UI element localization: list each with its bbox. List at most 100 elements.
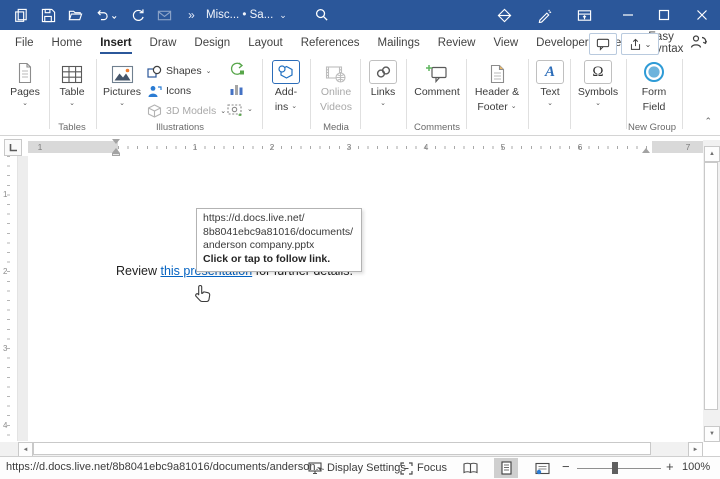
tab-file[interactable]: File [6, 30, 43, 56]
read-mode-button[interactable] [458, 458, 482, 478]
print-layout-icon [501, 461, 512, 475]
focus-label: Focus [417, 462, 447, 474]
form-field-button[interactable]: Form Field [630, 58, 678, 124]
ruler-right-margin [652, 141, 704, 153]
vertical-ruler[interactable]: 1 2 3 4 [0, 156, 18, 441]
print-layout-button[interactable] [494, 458, 518, 478]
hanging-indent-marker[interactable] [112, 148, 120, 156]
people-icon [690, 34, 708, 50]
add-ins-button[interactable]: Add- ins⌄ [266, 58, 306, 124]
scroll-down-button[interactable]: ▼ [704, 426, 720, 442]
chart-button[interactable] [229, 80, 244, 98]
tab-developer[interactable]: Developer [527, 30, 597, 56]
word-window: » Misc... • Sa... ⌄ [0, 0, 720, 479]
zoom-out-button[interactable]: − [562, 459, 570, 474]
tooltip-cta: Click or tap to follow link. [203, 253, 355, 267]
pictures-button[interactable]: Pictures ⌄ [101, 58, 143, 124]
horizontal-scrollbar[interactable]: ◄ ► [0, 442, 703, 456]
hyperlink-tooltip: https://d.docs.live.net/ 8b8041ebc9a8101… [196, 208, 362, 272]
3d-cube-icon [147, 104, 162, 118]
qat-overflow-button[interactable]: » [182, 6, 200, 24]
ribbon-display-options-button[interactable] [568, 0, 600, 30]
tab-design[interactable]: Design [185, 30, 239, 56]
ruler-ticks [118, 146, 652, 149]
focus-button[interactable]: Focus [400, 457, 447, 479]
status-bar: https://d.docs.live.net/8b8041ebc9a81016… [0, 456, 720, 479]
document-area[interactable]: 1 2 3 4 Review this presentation for fur… [0, 156, 720, 441]
editing-mode-button[interactable] [528, 0, 560, 30]
vertical-scrollbar[interactable]: ▲ ▼ [703, 140, 720, 442]
zoom-slider-track[interactable] [577, 468, 661, 469]
chevron-down-icon: ⌄ [22, 101, 28, 106]
zoom-slider-thumb[interactable] [612, 462, 618, 474]
online-videos-button[interactable]: Online Videos [314, 58, 358, 124]
vertical-scroll-thumb[interactable] [704, 162, 718, 410]
first-line-indent-marker[interactable] [112, 139, 120, 144]
3d-models-button[interactable]: 3D Models ⌄ [147, 102, 226, 120]
zoom-in-button[interactable]: + [666, 459, 674, 474]
pages-icon [16, 58, 34, 84]
tab-references[interactable]: References [292, 30, 369, 56]
document-title[interactable]: Misc... • Sa... ⌄ [206, 0, 287, 30]
document-page[interactable]: Review this presentation for further det… [28, 156, 704, 441]
collapse-ribbon-button[interactable]: ⌃ [704, 116, 712, 127]
redo-button[interactable] [128, 6, 146, 24]
tab-mailings[interactable]: Mailings [369, 30, 429, 56]
tab-stop-selector[interactable] [4, 139, 22, 156]
zoom-level[interactable]: 100% [682, 461, 710, 473]
display-settings-icon [308, 462, 323, 475]
icons-icon [147, 85, 162, 98]
right-indent-marker[interactable] [642, 148, 650, 153]
premium-button[interactable] [488, 0, 520, 30]
open-button[interactable] [66, 6, 84, 24]
ribbon-options-icon [577, 8, 592, 23]
links-button[interactable]: Links ⌄ [364, 58, 402, 124]
horizontal-scroll-thumb[interactable] [33, 442, 651, 455]
group-label-media: Media [323, 122, 349, 133]
maximize-icon [658, 9, 670, 21]
tab-view[interactable]: View [484, 30, 527, 56]
email-button[interactable] [155, 6, 173, 24]
tab-draw[interactable]: Draw [141, 30, 186, 56]
focus-icon [400, 462, 413, 475]
group-separator [49, 59, 50, 129]
search-button[interactable] [314, 7, 329, 22]
undo-icon [95, 8, 117, 23]
scroll-left-button[interactable]: ◄ [18, 442, 33, 457]
horizontal-ruler[interactable]: 1 1 2 3 4 5 6 7 [28, 141, 704, 153]
left-arrow-icon: ◄ [23, 447, 29, 453]
comments-toggle-button[interactable] [589, 33, 617, 55]
group-label-comments: Comments [414, 122, 460, 133]
scroll-right-button[interactable]: ► [688, 442, 703, 457]
display-settings-button[interactable]: Display Settings [308, 457, 406, 479]
group-separator [682, 59, 683, 129]
people-button[interactable] [690, 34, 708, 50]
tab-layout[interactable]: Layout [239, 30, 292, 56]
paste-button[interactable] [12, 6, 30, 24]
smartart-button[interactable] [229, 60, 245, 78]
symbols-button[interactable]: Ω Symbols ⌄ [576, 58, 620, 124]
share-button[interactable]: ⌄ [621, 33, 659, 55]
tab-insert[interactable]: Insert [91, 30, 140, 56]
shapes-button[interactable]: Shapes ⌄ [147, 62, 212, 80]
tab-home[interactable]: Home [43, 30, 92, 56]
comment-button[interactable]: Comment [412, 58, 462, 124]
web-layout-button[interactable] [530, 458, 554, 478]
icons-button[interactable]: Icons [147, 82, 191, 100]
minimize-button[interactable] [612, 0, 644, 30]
save-icon [41, 8, 56, 23]
text-button[interactable]: A Text ⌄ [532, 58, 568, 124]
pages-button[interactable]: Pages ⌄ [6, 58, 44, 124]
chevron-down-icon: ⌄ [119, 101, 125, 106]
tab-review[interactable]: Review [429, 30, 485, 56]
online-videos-icon [325, 58, 347, 84]
table-button[interactable]: Table ⌄ [53, 58, 91, 124]
scroll-up-button[interactable]: ▲ [704, 146, 720, 162]
header-footer-button[interactable]: Header & Footer⌄ [470, 58, 524, 124]
undo-button[interactable] [93, 6, 119, 24]
group-separator [262, 59, 263, 129]
chevron-down-icon: ⌄ [380, 101, 386, 106]
close-icon [696, 9, 708, 21]
screenshot-button[interactable]: ⌄ [227, 100, 253, 118]
save-button[interactable] [39, 6, 57, 24]
